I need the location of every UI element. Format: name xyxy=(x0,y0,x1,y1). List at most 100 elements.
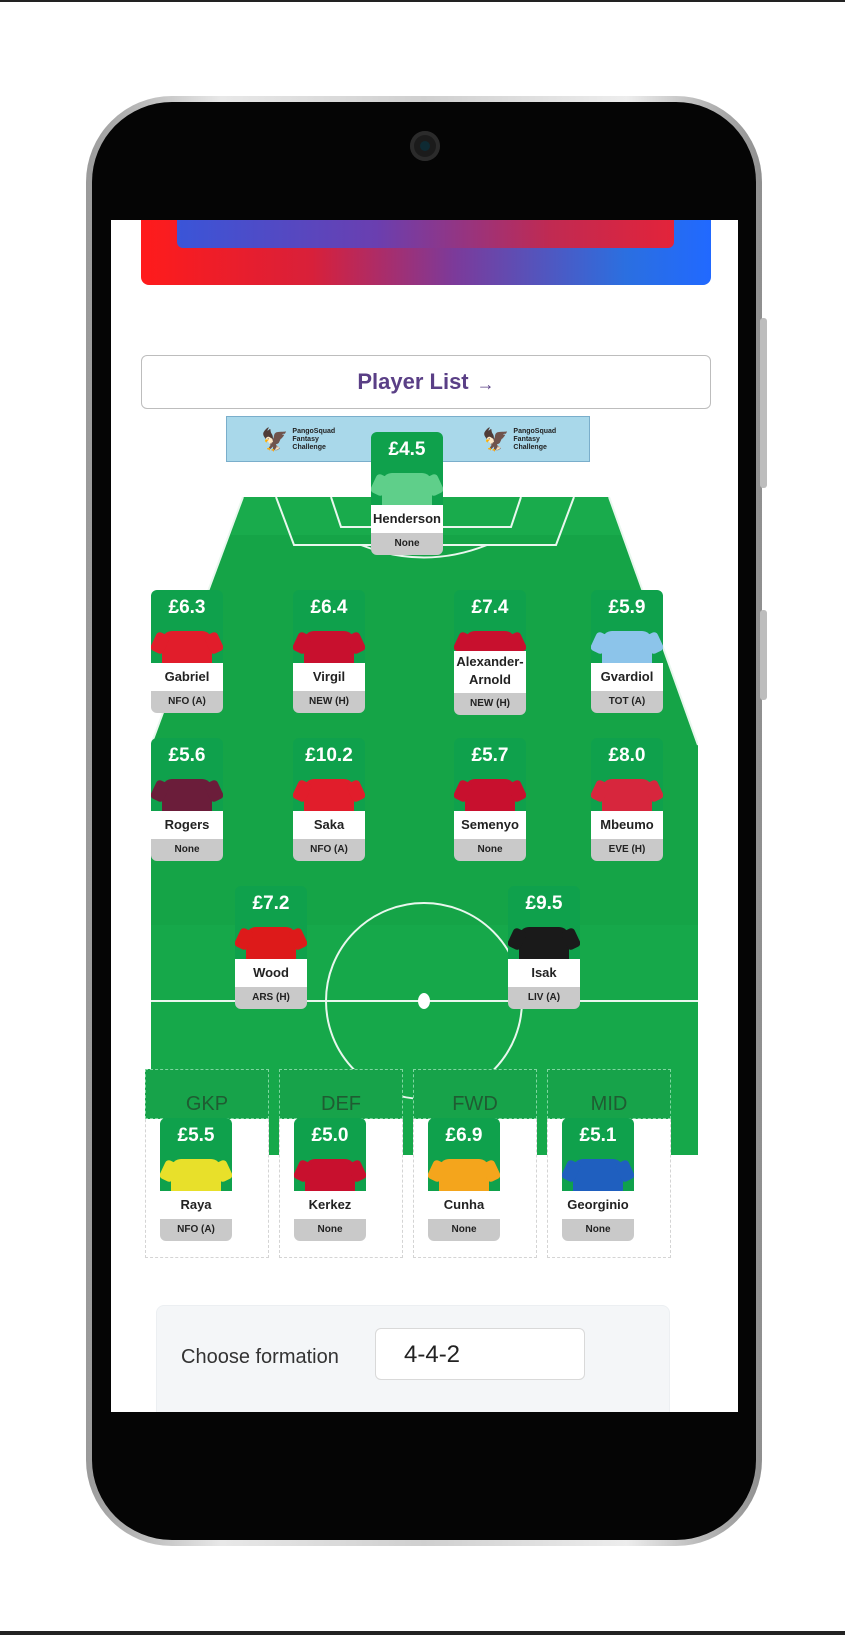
board-brand-left: PangoSquad xyxy=(292,428,336,436)
player-fixture: NFO (A) xyxy=(151,691,223,713)
bench-position-label: GKP xyxy=(185,1093,229,1115)
player-price: £5.1 xyxy=(562,1118,634,1153)
player-name: Semenyo xyxy=(454,811,526,839)
player-fixture: None xyxy=(562,1219,634,1241)
board-logo-left: 🦅 PangoSquad Fantasy Challenge xyxy=(261,423,351,457)
formation-label: Choose formation xyxy=(181,1346,339,1368)
bench-label-def: DEF xyxy=(279,1069,403,1119)
bench-card-georginio[interactable]: £5.1 Georginio None xyxy=(562,1118,634,1241)
player-price: £4.5 xyxy=(371,432,443,467)
player-fixture: None xyxy=(294,1219,366,1241)
player-fixture: None xyxy=(454,839,526,861)
player-fixture: NEW (H) xyxy=(454,693,526,715)
player-card-gabriel[interactable]: £6.3 Gabriel NFO (A) xyxy=(151,590,223,713)
player-fixture: None xyxy=(371,533,443,555)
shirt-icon xyxy=(162,631,212,663)
app-screen: Player List → 🦅 PangoSquad Fantasy Challe… xyxy=(111,220,738,1412)
arrow-right-icon: → xyxy=(476,373,495,394)
shirt-icon xyxy=(602,779,652,811)
bench-card-raya[interactable]: £5.5 Raya NFO (A) xyxy=(160,1118,232,1241)
player-name: Mbeumo xyxy=(591,811,663,839)
shirt-icon xyxy=(305,1159,355,1191)
bench-label-gkp: GKP xyxy=(145,1069,269,1119)
player-name: Gabriel xyxy=(151,663,223,691)
player-list-label: Player List xyxy=(357,369,469,394)
shirt-icon xyxy=(465,631,515,651)
player-name: Raya xyxy=(160,1191,232,1219)
shirt-icon xyxy=(573,1159,623,1191)
formation-panel: Choose formation 4-4-2 xyxy=(156,1305,670,1412)
player-name: Rogers xyxy=(151,811,223,839)
bench-position-label: MID xyxy=(590,1093,628,1115)
player-fixture: NFO (A) xyxy=(293,839,365,861)
player-name: Alexander-Arnold xyxy=(454,651,526,693)
player-card-wood[interactable]: £7.2 Wood ARS (H) xyxy=(235,886,307,1009)
player-price: £6.3 xyxy=(151,590,223,625)
player-name: Isak xyxy=(508,959,580,987)
player-name: Cunha xyxy=(428,1191,500,1219)
shirt-icon xyxy=(439,1159,489,1191)
player-price: £6.4 xyxy=(293,590,365,625)
bench-card-cunha[interactable]: £6.9 Cunha None xyxy=(428,1118,500,1241)
player-price: £8.0 xyxy=(591,738,663,773)
volume-button xyxy=(760,318,767,488)
pangosquad-logo-icon: 🦅 xyxy=(261,427,289,452)
board-brand-right: PangoSquad xyxy=(513,428,557,436)
pangosquad-logo-icon: 🦅 xyxy=(482,427,510,452)
board-sub-right: Fantasy Challenge xyxy=(513,436,547,451)
header-banner xyxy=(141,220,711,285)
player-list-button[interactable]: Player List → xyxy=(141,355,711,409)
power-button xyxy=(760,610,767,700)
player-card-alexander-arnold[interactable]: £7.4 Alexander-Arnold NEW (H) xyxy=(454,590,526,715)
bottom-border xyxy=(0,1631,845,1635)
board-logo-right: 🦅 PangoSquad Fantasy Challenge xyxy=(482,423,572,457)
player-fixture: NFO (A) xyxy=(160,1219,232,1241)
player-card-rogers[interactable]: £5.6 Rogers None xyxy=(151,738,223,861)
player-card-henderson[interactable]: £4.5 Henderson None xyxy=(371,432,443,555)
player-price: £5.7 xyxy=(454,738,526,773)
player-fixture: NEW (H) xyxy=(293,691,365,713)
player-price: £5.6 xyxy=(151,738,223,773)
player-card-virgil[interactable]: £6.4 Virgil NEW (H) xyxy=(293,590,365,713)
shirt-icon xyxy=(171,1159,221,1191)
shirt-icon xyxy=(304,631,354,663)
bench-position-label: FWD xyxy=(452,1093,498,1115)
player-price: £5.9 xyxy=(591,590,663,625)
player-card-saka[interactable]: £10.2 Saka NFO (A) xyxy=(293,738,365,861)
player-name: Henderson xyxy=(371,505,443,533)
player-price: £6.9 xyxy=(428,1118,500,1153)
header-banner-inner xyxy=(177,220,674,248)
front-camera xyxy=(410,131,440,161)
formation-select[interactable]: 4-4-2 xyxy=(375,1328,585,1380)
shirt-icon xyxy=(519,927,569,959)
player-card-semenyo[interactable]: £5.7 Semenyo None xyxy=(454,738,526,861)
shirt-icon xyxy=(382,473,432,505)
player-price: £10.2 xyxy=(293,738,365,773)
player-card-mbeumo[interactable]: £8.0 Mbeumo EVE (H) xyxy=(591,738,663,861)
bench-label-mid: MID xyxy=(547,1069,671,1119)
player-fixture: EVE (H) xyxy=(591,839,663,861)
player-price: £5.0 xyxy=(294,1118,366,1153)
shirt-icon xyxy=(602,631,652,663)
player-name: Kerkez xyxy=(294,1191,366,1219)
player-fixture: TOT (A) xyxy=(591,691,663,713)
bench-position-label: DEF xyxy=(321,1093,361,1115)
player-card-isak[interactable]: £9.5 Isak LIV (A) xyxy=(508,886,580,1009)
bench-card-kerkez[interactable]: £5.0 Kerkez None xyxy=(294,1118,366,1241)
player-price: £7.2 xyxy=(235,886,307,921)
player-card-gvardiol[interactable]: £5.9 Gvardiol TOT (A) xyxy=(591,590,663,713)
player-price: £5.5 xyxy=(160,1118,232,1153)
top-border xyxy=(0,0,845,2)
board-sub-left: Fantasy Challenge xyxy=(292,436,326,451)
player-fixture: None xyxy=(428,1219,500,1241)
player-name: Gvardiol xyxy=(591,663,663,691)
player-fixture: LIV (A) xyxy=(508,987,580,1009)
player-price: £7.4 xyxy=(454,590,526,625)
player-fixture: ARS (H) xyxy=(235,987,307,1009)
shirt-icon xyxy=(465,779,515,811)
player-fixture: None xyxy=(151,839,223,861)
shirt-icon xyxy=(162,779,212,811)
bench-label-fwd: FWD xyxy=(413,1069,537,1119)
player-price: £9.5 xyxy=(508,886,580,921)
player-name: Wood xyxy=(235,959,307,987)
